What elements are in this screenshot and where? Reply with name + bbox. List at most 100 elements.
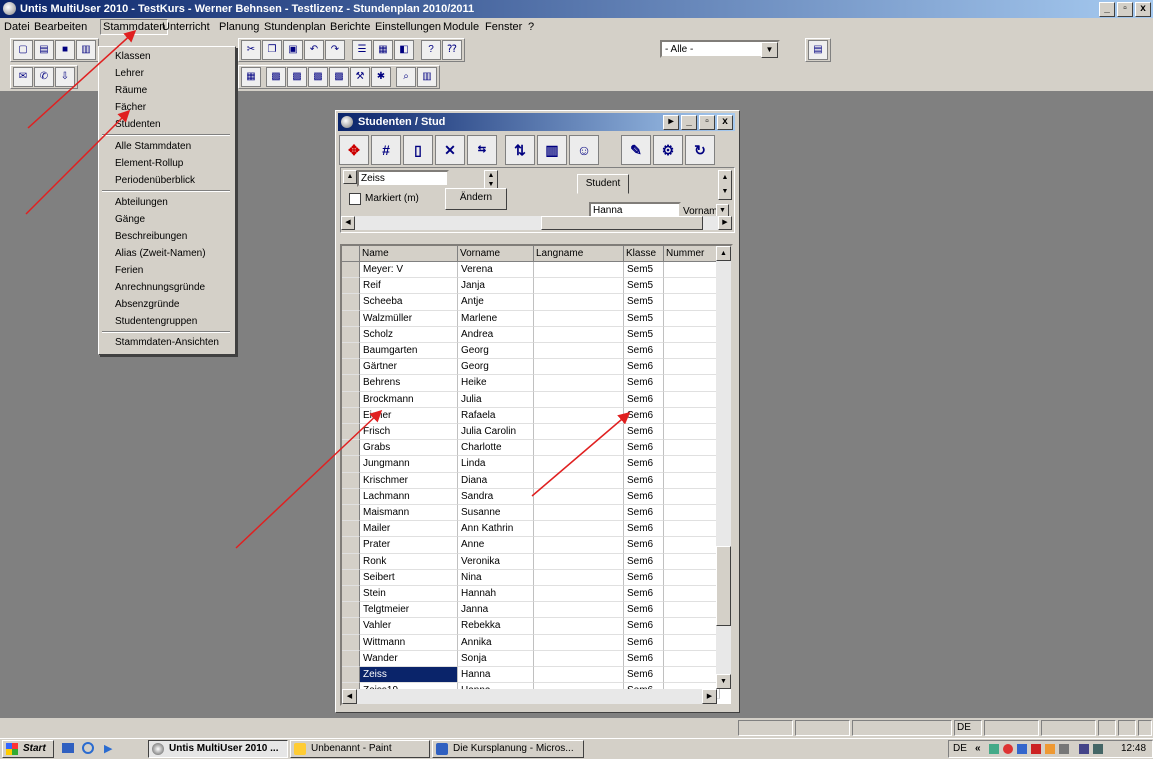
table-vertical-scrollbar[interactable]: ▲ ▼: [716, 246, 731, 689]
cell-nummer[interactable]: [664, 310, 720, 327]
menu-item-periodenueberblick[interactable]: Periodenüberblick: [115, 175, 195, 186]
tray-lang[interactable]: DE: [953, 741, 967, 757]
cell-klasse[interactable]: Sem6: [624, 618, 664, 635]
cell-nummer[interactable]: [664, 359, 720, 376]
new-file-icon[interactable]: ▢: [13, 40, 33, 60]
row-header[interactable]: [342, 472, 360, 489]
table-row[interactable]: Krischmer Diana Sem6: [342, 472, 731, 489]
row-header[interactable]: [342, 310, 360, 327]
menu-item-raeume[interactable]: Räume: [115, 85, 147, 96]
table-row[interactable]: Mailer Ann Kathrin Sem6: [342, 521, 731, 538]
cell-name[interactable]: Scholz: [360, 326, 458, 343]
row-header[interactable]: [342, 521, 360, 538]
refresh-icon[interactable]: ↻: [685, 135, 715, 165]
row-header[interactable]: [342, 586, 360, 603]
table-row[interactable]: Scheeba Antje Sem5: [342, 294, 731, 311]
tray-speaker-icon[interactable]: [1093, 744, 1103, 754]
cell-name[interactable]: Telgtmeier: [360, 602, 458, 619]
cell-vorname[interactable]: Hanna: [458, 667, 534, 684]
scroll-left-button[interactable]: ◀: [342, 689, 357, 704]
aendern-button[interactable]: Ändern: [445, 188, 507, 210]
form-scroll-buttons[interactable]: ▲ ▼: [718, 170, 732, 200]
tray-network-icon[interactable]: [1017, 744, 1027, 754]
row-header[interactable]: [342, 326, 360, 343]
task-untis[interactable]: Untis MultiUser 2010 ...: [148, 740, 288, 758]
cell-vorname[interactable]: Verena: [458, 262, 534, 279]
row-header[interactable]: [342, 602, 360, 619]
cell-nummer[interactable]: [664, 262, 720, 279]
print-icon[interactable]: ▥: [76, 40, 96, 60]
table-row[interactable]: Prater Anne Sem6: [342, 537, 731, 554]
tray-battery-icon[interactable]: [1079, 744, 1089, 754]
cell-klasse[interactable]: Sem6: [624, 391, 664, 408]
cell-vorname[interactable]: Annika: [458, 634, 534, 651]
cell-klasse[interactable]: Sem6: [624, 407, 664, 424]
cell-langname[interactable]: [534, 391, 624, 408]
table-row[interactable]: Maismann Susanne Sem6: [342, 505, 731, 522]
row-header[interactable]: [342, 667, 360, 684]
restore-button[interactable]: ▫: [1117, 2, 1133, 17]
task-word[interactable]: Die Kursplanung - Micros...: [432, 740, 584, 758]
table-row[interactable]: Meyer: V Verena Sem5: [342, 262, 731, 279]
people-icon[interactable]: ☺: [569, 135, 599, 165]
menu-item-element-rollup[interactable]: Element-Rollup: [115, 158, 183, 169]
row-header[interactable]: [342, 391, 360, 408]
cell-langname[interactable]: [534, 667, 624, 684]
table-row[interactable]: Stein Hannah Sem6: [342, 586, 731, 603]
col-header-nummer[interactable]: Nummer: [664, 246, 720, 262]
plan-room-icon[interactable]: ▩: [308, 67, 328, 87]
menu-einstellungen[interactable]: Einstellungen: [375, 21, 441, 33]
cell-langname[interactable]: [534, 537, 624, 554]
form-scroll-thumb[interactable]: [541, 216, 703, 230]
cell-name[interactable]: Krischmer: [360, 472, 458, 489]
cell-klasse[interactable]: Sem6: [624, 634, 664, 651]
cell-nummer[interactable]: [664, 521, 720, 538]
row-header[interactable]: [342, 343, 360, 360]
cell-nummer[interactable]: [664, 569, 720, 586]
tray-antivirus-icon[interactable]: [1031, 744, 1041, 754]
row-header[interactable]: [342, 505, 360, 522]
cell-nummer[interactable]: [664, 650, 720, 667]
menu-datei[interactable]: Datei: [4, 21, 30, 33]
cell-vorname[interactable]: Georg: [458, 343, 534, 360]
table-row[interactable]: Walzmüller Marlene Sem5: [342, 310, 731, 327]
preview-icon[interactable]: ⌕: [396, 67, 416, 87]
table-row[interactable]: Seibert Nina Sem6: [342, 569, 731, 586]
copy-icon[interactable]: ❐: [262, 40, 282, 60]
window-icon[interactable]: ▦: [373, 40, 393, 60]
cell-klasse[interactable]: Sem6: [624, 456, 664, 473]
cell-nummer[interactable]: [664, 440, 720, 457]
grid-icon[interactable]: #: [371, 135, 401, 165]
table-row[interactable]: Wittmann Annika Sem6: [342, 634, 731, 651]
cell-nummer[interactable]: [664, 586, 720, 603]
col-header-vorname[interactable]: Vorname: [458, 246, 534, 262]
table-row[interactable]: Frisch Julia Carolin Sem6: [342, 424, 731, 441]
cell-vorname[interactable]: Antje: [458, 294, 534, 311]
menu-item-klassen[interactable]: Klassen: [115, 51, 151, 62]
cell-nummer[interactable]: [664, 488, 720, 505]
cell-langname[interactable]: [534, 650, 624, 667]
cell-klasse[interactable]: Sem6: [624, 602, 664, 619]
menu-module[interactable]: Module: [443, 21, 479, 33]
row-header[interactable]: [342, 424, 360, 441]
cell-name[interactable]: Wittmann: [360, 634, 458, 651]
cell-langname[interactable]: [534, 488, 624, 505]
cell-langname[interactable]: [534, 294, 624, 311]
menu-item-studentengruppen[interactable]: Studentengruppen: [115, 316, 197, 327]
row-header[interactable]: [342, 488, 360, 505]
menu-help[interactable]: ?: [528, 21, 534, 33]
mail-send-icon[interactable]: ✆: [34, 67, 54, 87]
table-scroll-thumb[interactable]: [716, 546, 731, 626]
cell-name[interactable]: Prater: [360, 537, 458, 554]
cell-klasse[interactable]: Sem6: [624, 375, 664, 392]
search-spin-button[interactable]: ▲ ▼: [484, 170, 498, 190]
cell-langname[interactable]: [534, 440, 624, 457]
cell-vorname[interactable]: Rebekka: [458, 618, 534, 635]
markiert-checkbox[interactable]: [349, 193, 361, 205]
cell-name[interactable]: Frisch: [360, 424, 458, 441]
cell-klasse[interactable]: Sem5: [624, 294, 664, 311]
cell-nummer[interactable]: [664, 343, 720, 360]
row-header[interactable]: [342, 569, 360, 586]
menu-item-beschreibungen[interactable]: Beschreibungen: [115, 231, 187, 242]
menu-item-alias[interactable]: Alias (Zweit-Namen): [115, 248, 206, 259]
